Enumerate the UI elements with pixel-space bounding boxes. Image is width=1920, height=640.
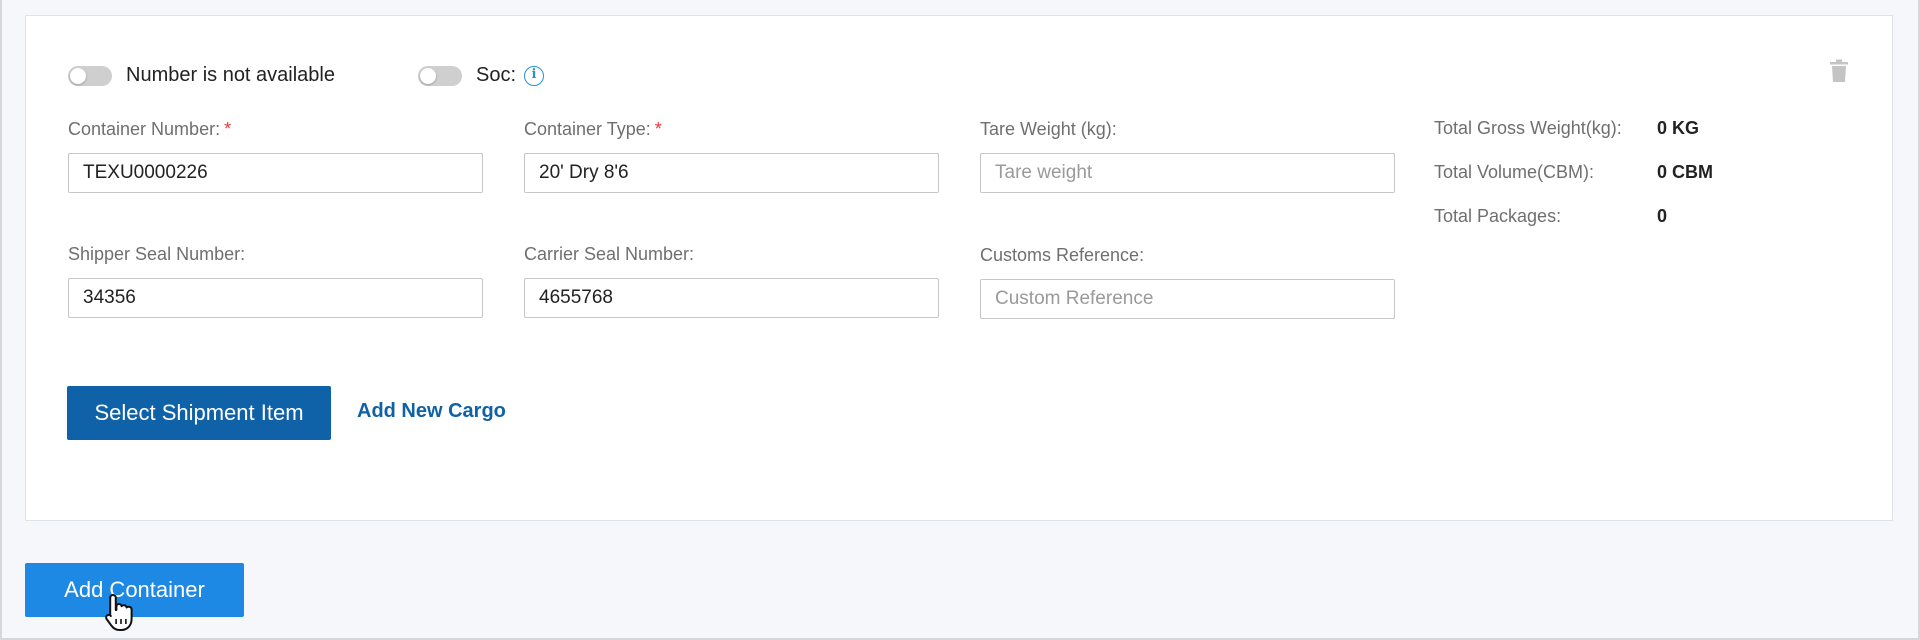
select-shipment-item-button[interactable]: Select Shipment Item — [67, 386, 331, 440]
shipper-seal-number-field: Shipper Seal Number: — [68, 244, 483, 318]
info-circle-icon[interactable]: i — [524, 65, 545, 86]
customs-reference-label: Customs Reference: — [980, 245, 1145, 265]
container-card: Number is not available Soc: i Container… — [25, 15, 1893, 521]
total-packages-label: Total Packages: — [1434, 206, 1562, 226]
total-volume-label: Total Volume(CBM): — [1434, 162, 1595, 182]
customs-reference-field: Customs Reference: — [980, 245, 1395, 319]
container-type-label: Container Type: * — [524, 119, 662, 139]
tare-weight-input[interactable] — [980, 153, 1395, 193]
shipper-seal-number-input[interactable] — [68, 278, 483, 318]
tare-weight-field: Tare Weight (kg): — [980, 119, 1395, 193]
total-gross-weight-label: Total Gross Weight(kg): — [1434, 118, 1622, 138]
container-number-field: Container Number: * — [68, 119, 483, 193]
total-volume-row: Total Volume(CBM): 0 CBM — [1434, 162, 1713, 206]
total-packages-value: 0 — [1657, 206, 1668, 226]
number-not-available-toggle-group: Number is not available — [68, 64, 335, 87]
total-gross-weight-value: 0 KG — [1657, 118, 1700, 138]
carrier-seal-number-input[interactable] — [524, 278, 939, 318]
container-number-input[interactable] — [68, 153, 483, 193]
required-marker: * — [224, 119, 232, 139]
trash-icon[interactable] — [1829, 59, 1849, 83]
shipper-seal-number-label: Shipper Seal Number: — [68, 244, 246, 264]
total-volume-value: 0 CBM — [1657, 162, 1714, 182]
total-packages-row: Total Packages: 0 — [1434, 206, 1713, 250]
required-marker: * — [654, 119, 662, 139]
number-not-available-label: Number is not available — [126, 64, 335, 86]
container-number-label: Container Number: * — [68, 119, 232, 139]
carrier-seal-number-label: Carrier Seal Number: — [524, 244, 695, 264]
container-type-field: Container Type: * — [524, 119, 939, 193]
totals-panel: Total Gross Weight(kg): 0 KG Total Volum… — [1434, 118, 1713, 250]
soc-toggle[interactable] — [418, 65, 462, 86]
customs-reference-input[interactable] — [980, 279, 1395, 319]
add-new-cargo-link[interactable]: Add New Cargo — [357, 400, 506, 423]
number-not-available-toggle[interactable] — [68, 65, 112, 86]
container-type-input[interactable] — [524, 153, 939, 193]
soc-label: Soc: — [476, 64, 517, 86]
add-container-button[interactable]: Add Container — [25, 563, 244, 617]
carrier-seal-number-field: Carrier Seal Number: — [524, 244, 939, 318]
tare-weight-label: Tare Weight (kg): — [980, 119, 1117, 139]
total-gross-weight-row: Total Gross Weight(kg): 0 KG — [1434, 118, 1713, 162]
soc-toggle-group: Soc: i — [418, 64, 545, 87]
